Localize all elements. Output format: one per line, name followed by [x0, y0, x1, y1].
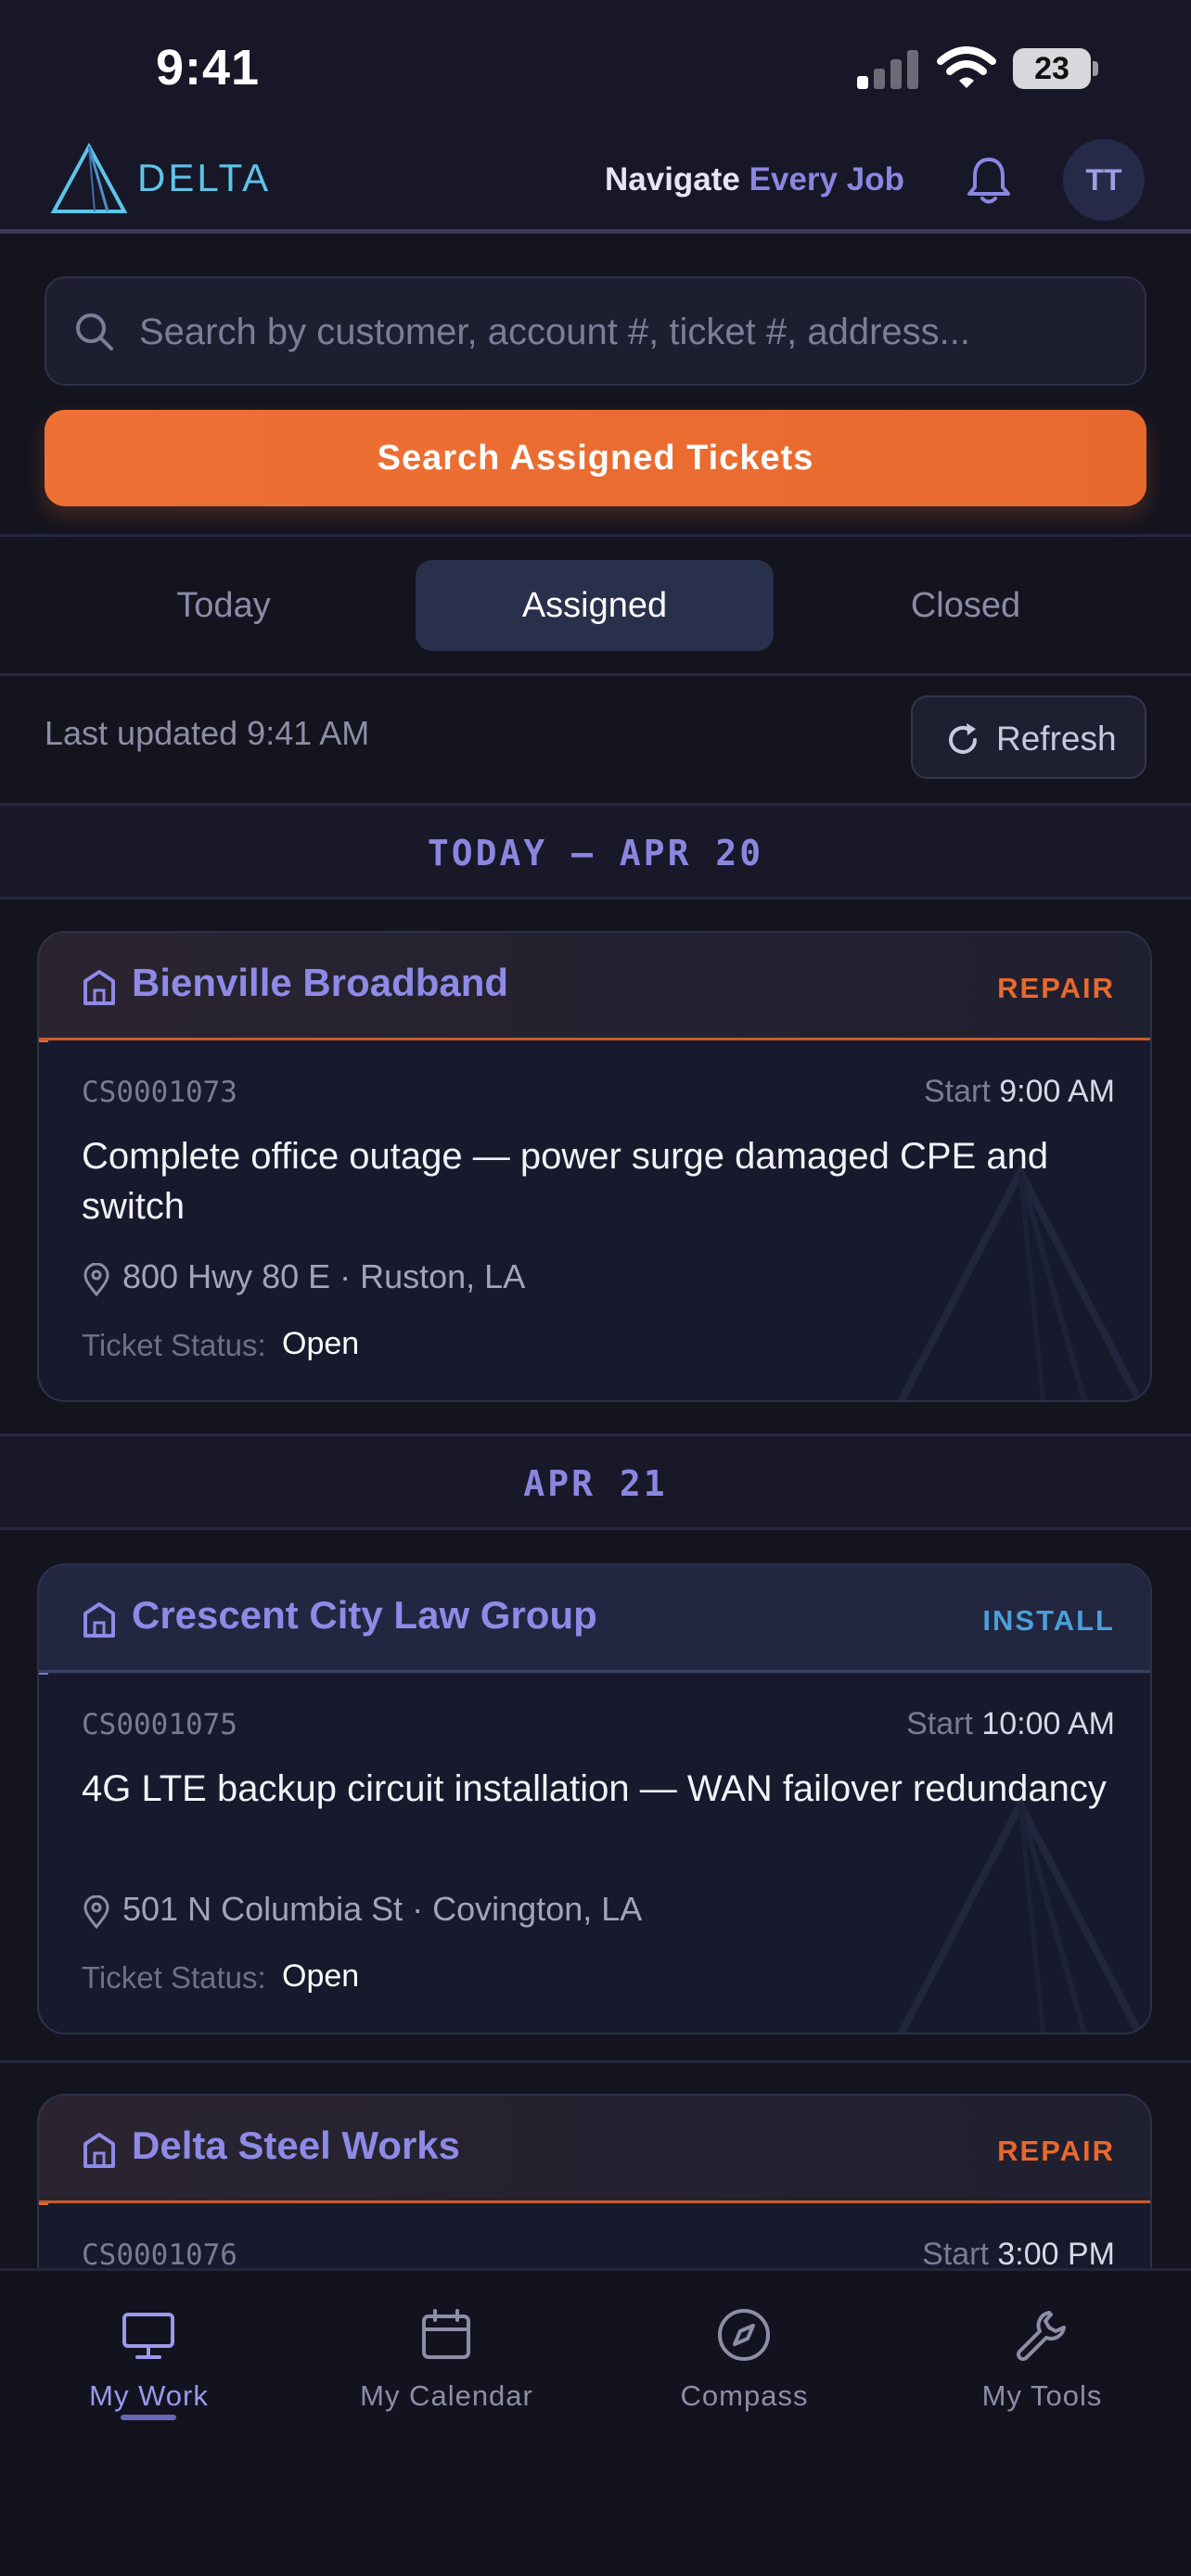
ticket-card[interactable]: Bienville Broadband REPAIR CS0001073 Sta… — [37, 931, 1152, 1402]
delta-logo-icon[interactable] — [50, 141, 128, 217]
customer-name[interactable]: Crescent City Law Group — [132, 1593, 597, 1638]
tagline-primary: Navigate — [605, 161, 740, 198]
ticket-number: CS0001076 — [82, 2238, 237, 2272]
card-body: CS0001073 Start 9:00 AM Complete office … — [39, 1042, 1150, 1400]
nav-my-calendar[interactable]: My Calendar — [298, 2300, 596, 2429]
status-label: Ticket Status: — [82, 1328, 266, 1362]
user-avatar[interactable]: TT — [1063, 139, 1145, 221]
building-icon — [83, 970, 115, 1005]
divider — [0, 534, 1191, 537]
tagline-accent: Every Job — [749, 161, 904, 198]
tab-closed[interactable]: Closed — [787, 560, 1145, 651]
nav-label: My Work — [89, 2379, 209, 2412]
search-assigned-tickets-button[interactable]: Search Assigned Tickets — [45, 410, 1146, 506]
refresh-button[interactable]: Refresh — [911, 695, 1146, 779]
delta-watermark-icon — [897, 1796, 1144, 2033]
start-time: Start 9:00 AM — [924, 1074, 1115, 1110]
active-nav-indicator — [121, 2415, 176, 2420]
date-label: TODAY — APR 20 — [427, 833, 764, 874]
start-time-value: 10:00 AM — [981, 1706, 1115, 1741]
compass-icon — [718, 2309, 770, 2361]
start-label: Start — [923, 1074, 991, 1109]
nav-my-tools[interactable]: My Tools — [893, 2300, 1191, 2429]
search-input[interactable] — [139, 306, 1122, 358]
card-header: Delta Steel Works REPAIR — [39, 2096, 1150, 2203]
status-value: Open — [282, 1958, 360, 1994]
nav-label: Compass — [680, 2379, 809, 2412]
nav-compass[interactable]: Compass — [596, 2300, 893, 2429]
status-label: Ticket Status: — [82, 1960, 266, 1995]
last-updated-text: Last updated 9:41 AM — [45, 714, 370, 752]
refresh-icon — [949, 723, 977, 754]
ticket-type-badge: REPAIR — [997, 972, 1115, 1004]
notification-bell-icon[interactable] — [961, 152, 1017, 208]
start-time-value: 3:00 PM — [997, 2237, 1115, 2272]
refresh-label: Refresh — [996, 720, 1117, 758]
building-icon — [83, 2133, 115, 2168]
tab-assigned[interactable]: Assigned — [416, 560, 774, 651]
card-header: Bienville Broadband REPAIR — [39, 933, 1150, 1040]
nav-label: My Tools — [981, 2379, 1103, 2412]
date-label: APR 21 — [523, 1463, 668, 1504]
location-pin-icon — [83, 1895, 109, 1929]
ticket-number: CS0001073 — [82, 1076, 237, 1109]
wifi-icon — [937, 46, 996, 88]
card-header: Crescent City Law Group INSTALL — [39, 1565, 1150, 1673]
ticket-address[interactable]: 800 Hwy 80 E · Ruston, LA — [122, 1257, 525, 1296]
start-time: Start 10:00 AM — [906, 1706, 1115, 1742]
status-time: 9:41 — [156, 40, 261, 96]
nav-my-work[interactable]: My Work — [0, 2300, 298, 2429]
ticket-summary: Complete office outage — power surge dam… — [82, 1136, 1049, 1227]
ticket-number: CS0001075 — [82, 1708, 237, 1741]
divider — [0, 673, 1191, 676]
ticket-type-badge: INSTALL — [982, 1604, 1115, 1637]
nav-label: My Calendar — [360, 2379, 533, 2412]
wrench-icon — [1017, 2311, 1066, 2361]
cellular-signal-icon — [857, 48, 920, 89]
calendar-icon — [422, 2309, 470, 2359]
search-icon — [76, 313, 113, 351]
ticket-summary: 4G LTE backup circuit installation — WAN… — [82, 1768, 1107, 1809]
start-time-value: 9:00 AM — [999, 1074, 1115, 1109]
customer-name[interactable]: Delta Steel Works — [132, 2123, 460, 2168]
tab-today[interactable]: Today — [45, 560, 403, 651]
battery-level: 23 — [1013, 48, 1091, 89]
battery-icon: 23 — [1013, 48, 1098, 89]
start-label: Start — [922, 2237, 989, 2272]
status-value: Open — [282, 1326, 360, 1361]
ticket-type-badge: REPAIR — [997, 2135, 1115, 2167]
monitor-icon — [122, 2313, 174, 2359]
ticket-card[interactable]: Crescent City Law Group INSTALL CS000107… — [37, 1563, 1152, 2034]
customer-name[interactable]: Bienville Broadband — [132, 961, 508, 1005]
header-tagline: Navigate Every Job — [605, 161, 904, 198]
ticket-address[interactable]: 501 N Columbia St · Covington, LA — [122, 1890, 642, 1929]
logo-text: DELTA — [137, 156, 272, 199]
building-icon — [83, 1602, 115, 1638]
card-body: CS0001075 Start 10:00 AM 4G LTE backup c… — [39, 1675, 1150, 2033]
divider — [0, 2060, 1191, 2063]
start-label: Start — [906, 1706, 973, 1741]
location-pin-icon — [83, 1263, 109, 1296]
